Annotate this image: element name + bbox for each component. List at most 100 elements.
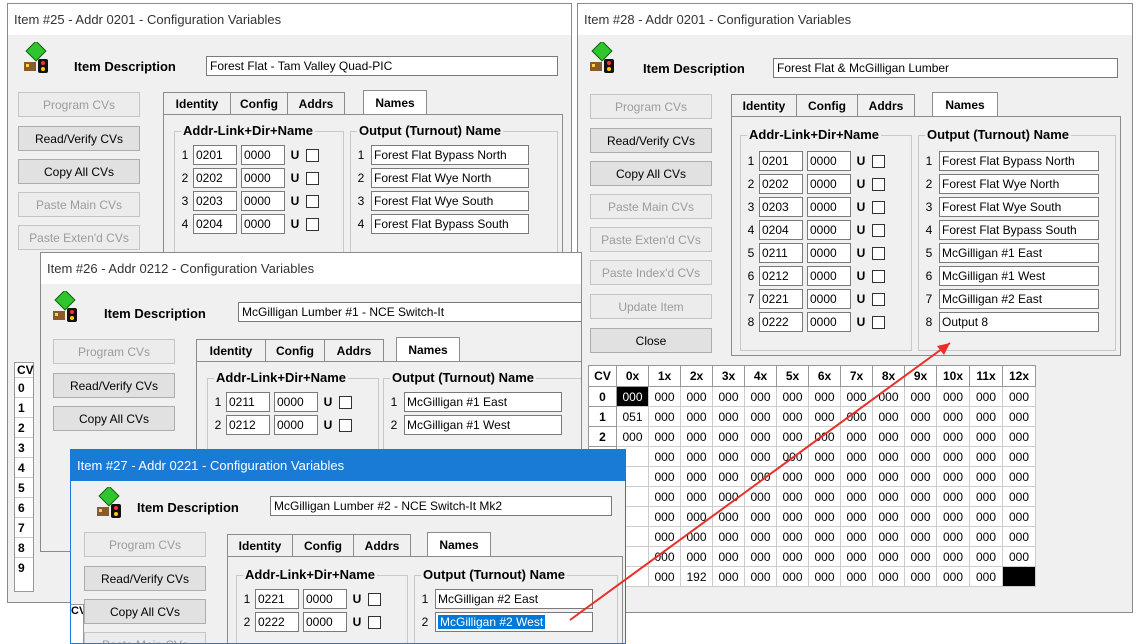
cv-cell[interactable]: 000 (1002, 506, 1036, 527)
cv-cell[interactable]: 000 (872, 406, 905, 427)
cv-cell[interactable]: 000 (776, 546, 809, 567)
cv-cell[interactable]: 000 (904, 426, 937, 447)
cv-cell[interactable]: 000 (969, 486, 1003, 507)
tab-addrs[interactable]: Addrs (324, 339, 384, 361)
cv-cell[interactable]: 000 (744, 486, 777, 507)
cv-cell[interactable]: 000 (712, 466, 745, 487)
tab-names[interactable]: Names (932, 92, 998, 116)
window-title[interactable]: Item #28 - Addr 0201 - Configuration Var… (578, 4, 1132, 35)
cv-cell[interactable]: 000 (1002, 426, 1036, 447)
paste-extend-cvs-button[interactable]: Paste Exten'd CVs (18, 225, 140, 250)
output-name-field[interactable]: Forest Flat Bypass South (939, 220, 1099, 240)
cv-cell[interactable]: 000 (904, 566, 937, 587)
cv-cell[interactable]: 000 (808, 566, 841, 587)
address-field[interactable]: 0211 (226, 392, 270, 412)
cv-cell[interactable]: 000 (872, 466, 905, 487)
cv-cell[interactable]: 000 (1002, 446, 1036, 467)
paste-extend-cvs-button[interactable]: Paste Exten'd CVs (590, 227, 712, 252)
tab-names[interactable]: Names (363, 90, 427, 114)
cv-cell[interactable]: 000 (872, 386, 905, 407)
cv-cell[interactable]: 000 (904, 486, 937, 507)
cv-cell[interactable]: 000 (776, 466, 809, 487)
cv-cell[interactable]: 000 (648, 386, 681, 407)
direction-field[interactable]: U (349, 613, 365, 631)
cv-cell[interactable]: 000 (712, 526, 745, 547)
cv-cell[interactable]: 000 (872, 546, 905, 567)
link-field[interactable]: 0000 (807, 266, 851, 286)
address-field[interactable]: 0212 (226, 415, 270, 435)
direction-field[interactable]: U (853, 198, 869, 216)
program-cvs-button[interactable]: Program CVs (53, 339, 175, 364)
address-field[interactable]: 0222 (255, 612, 299, 632)
cv-cell[interactable]: 000 (872, 446, 905, 467)
link-field[interactable]: 0000 (274, 392, 318, 412)
program-cvs-button[interactable]: Program CVs (84, 532, 206, 557)
output-name-field[interactable]: McGilligan #2 East (939, 289, 1099, 309)
cv-cell[interactable]: 000 (1002, 406, 1036, 427)
cv-cell[interactable]: 000 (969, 446, 1003, 467)
cv-cell[interactable]: 000 (808, 546, 841, 567)
copy-all-cvs-button[interactable]: Copy All CVs (18, 159, 140, 184)
cv-cell[interactable]: 000 (936, 506, 970, 527)
link-field[interactable]: 0000 (807, 220, 851, 240)
link-field[interactable]: 0000 (241, 191, 285, 211)
output-name-field[interactable]: McGilligan #1 East (939, 243, 1099, 263)
close-button[interactable]: Close (590, 328, 712, 353)
cv-table[interactable]: CV 0x 1x 2x 3x 4x 5x 6x 7x 8x 9x 10x 11x 12x 0 000 000 00… (588, 365, 1036, 587)
direction-field[interactable]: U (287, 169, 303, 187)
read-verify-cvs-button[interactable]: Read/Verify CVs (18, 126, 140, 151)
cv-cell[interactable]: 000 (648, 466, 681, 487)
cv-cell[interactable]: 000 (936, 426, 970, 447)
row-checkbox[interactable] (306, 171, 319, 185)
cv-cell[interactable]: 000 (776, 446, 809, 467)
direction-field[interactable]: U (320, 393, 336, 411)
cv-cell[interactable]: 000 (776, 506, 809, 527)
output-name-field[interactable]: McGilligan #2 East (435, 589, 593, 609)
cv-cell[interactable]: 000 (840, 506, 873, 527)
output-name-field[interactable]: Forest Flat Wye North (939, 174, 1099, 194)
cv-cell[interactable]: 000 (680, 486, 713, 507)
cv-cell[interactable]: 000 (680, 526, 713, 547)
cv-cell[interactable]: 000 (712, 486, 745, 507)
cv-cell[interactable]: 000 (1002, 386, 1036, 407)
item-description-input[interactable]: McGilligan Lumber #1 - NCE Switch-It (238, 302, 581, 322)
paste-main-cvs-button[interactable]: Paste Main CVs (590, 194, 712, 219)
address-field[interactable]: 0221 (255, 589, 299, 609)
cv-cell[interactable]: 000 (872, 526, 905, 547)
link-field[interactable]: 0000 (807, 289, 851, 309)
cv-cell[interactable]: 000 (712, 566, 745, 587)
link-field[interactable]: 0000 (807, 197, 851, 217)
direction-field[interactable]: U (853, 244, 869, 262)
program-cvs-button[interactable]: Program CVs (18, 92, 140, 117)
cv-cell[interactable]: 000 (648, 486, 681, 507)
cv-cell[interactable]: 000 (808, 386, 841, 407)
window-item-28[interactable]: Item #28 - Addr 0201 - Configuration Var… (577, 3, 1133, 613)
cv-cell[interactable]: 000 (744, 566, 777, 587)
link-field[interactable]: 0000 (807, 312, 851, 332)
cv-cell[interactable]: 000 (712, 446, 745, 467)
cv-cell[interactable]: 000 (904, 466, 937, 487)
cv-cell[interactable]: 000 (744, 446, 777, 467)
cv-cell[interactable]: 000 (712, 506, 745, 527)
output-name-field[interactable]: Forest Flat Wye South (939, 197, 1099, 217)
cv-cell[interactable]: 000 (969, 526, 1003, 547)
cv-cell[interactable]: 000 (969, 406, 1003, 427)
program-cvs-button[interactable]: Program CVs (590, 94, 712, 119)
cv-cell[interactable]: 000 (969, 506, 1003, 527)
tab-identity[interactable]: Identity (163, 92, 231, 114)
cv-cell[interactable]: 000 (936, 566, 970, 587)
direction-field[interactable]: U (287, 146, 303, 164)
output-name-field[interactable]: Output 8 (939, 312, 1099, 332)
window-item-27[interactable]: Item #27 - Addr 0221 - Configuration Var… (70, 449, 626, 644)
row-checkbox[interactable] (306, 194, 319, 208)
cv-cell[interactable]: 000 (969, 386, 1003, 407)
direction-field[interactable]: U (349, 590, 365, 608)
cv-cell[interactable]: 000 (680, 426, 713, 447)
cv-cell[interactable]: 000 (680, 546, 713, 567)
cv-cell[interactable]: 000 (872, 486, 905, 507)
cv-cell[interactable]: 000 (840, 426, 873, 447)
address-field[interactable]: 0212 (759, 266, 803, 286)
cv-cell[interactable]: 000 (744, 426, 777, 447)
cv-cell[interactable]: 000 (648, 546, 681, 567)
cv-cell[interactable]: 000 (904, 446, 937, 467)
